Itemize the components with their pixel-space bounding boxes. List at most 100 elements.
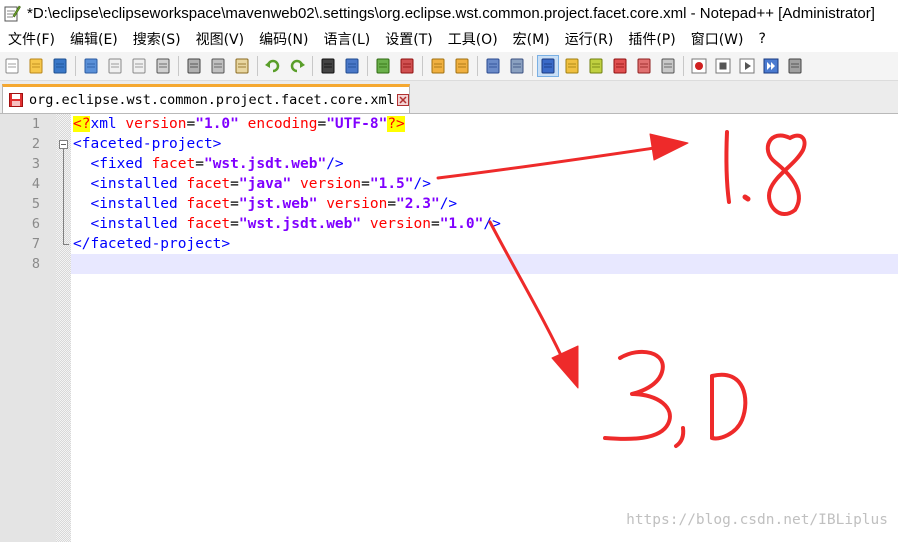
menu-bar: 文件(F) 编辑(E) 搜索(S) 视图(V) 编码(N) 语言(L) 设置(T) 工具(O)… bbox=[0, 26, 898, 52]
copy-icon[interactable] bbox=[208, 56, 228, 76]
toolbar-separator bbox=[422, 56, 423, 76]
code-line[interactable]: <installed facet="java" version="1.5"/> bbox=[73, 174, 431, 194]
sync-horizontal-icon[interactable] bbox=[452, 56, 472, 76]
code-token: encoding bbox=[247, 116, 318, 132]
new-file-icon[interactable] bbox=[2, 56, 22, 76]
line-number: 3 bbox=[31, 156, 40, 172]
watermark: https://blog.csdn.net/IBLiplus bbox=[626, 512, 888, 528]
fold-toggle-icon[interactable] bbox=[59, 140, 68, 149]
sync-vertical-icon[interactable] bbox=[428, 56, 448, 76]
tab-active-file[interactable]: org.eclipse.wst.common.project.facet.cor… bbox=[2, 84, 410, 113]
code-token: "java" bbox=[238, 176, 292, 192]
code-line[interactable]: <?xml version="1.0" encoding="UTF-8"?> bbox=[73, 114, 405, 134]
menu-item-6[interactable]: 设置(T) bbox=[377, 29, 439, 49]
open-file-icon[interactable] bbox=[26, 56, 46, 76]
stop-record-icon[interactable] bbox=[713, 56, 733, 76]
replace-icon[interactable] bbox=[342, 56, 362, 76]
code-token: <faceted-project> bbox=[73, 136, 222, 152]
show-all-chars-icon[interactable] bbox=[507, 56, 527, 76]
folder-workspace-icon[interactable] bbox=[634, 56, 654, 76]
menu-item-10[interactable]: 插件(P) bbox=[620, 29, 682, 49]
menu-item-5[interactable]: 语言(L) bbox=[316, 29, 378, 49]
save-all-icon[interactable] bbox=[81, 56, 101, 76]
code-token: = bbox=[317, 116, 327, 132]
redo-icon[interactable] bbox=[287, 56, 307, 76]
code-token: version bbox=[125, 116, 187, 132]
zoom-out-icon[interactable] bbox=[397, 56, 417, 76]
code-line[interactable]: </faceted-project> bbox=[73, 234, 230, 254]
fold-line bbox=[63, 149, 64, 245]
close-all-icon[interactable] bbox=[129, 56, 149, 76]
code-line[interactable]: <installed facet="wst.jsdt.web" version=… bbox=[73, 214, 501, 234]
menu-item-11[interactable]: 窗口(W) bbox=[683, 29, 751, 49]
menu-item-3[interactable]: 视图(V) bbox=[188, 29, 252, 49]
indent-guide-icon[interactable] bbox=[537, 55, 559, 77]
word-wrap-icon[interactable] bbox=[483, 56, 503, 76]
toolbar-separator bbox=[178, 56, 179, 76]
play-macro-icon[interactable] bbox=[737, 56, 757, 76]
code-token: ?> bbox=[387, 116, 405, 132]
run-macro-multiple-icon[interactable] bbox=[761, 56, 781, 76]
code-token: <? bbox=[73, 116, 91, 132]
window-title: *D:\eclipse\eclipseworkspace\mavenweb02\… bbox=[27, 4, 875, 22]
save-icon[interactable] bbox=[50, 56, 70, 76]
function-list-icon[interactable] bbox=[610, 56, 630, 76]
line-number-gutter: 1 2 3 4 5 6 7 8 bbox=[0, 114, 56, 542]
menu-item-1[interactable]: 编辑(E) bbox=[62, 29, 125, 49]
line-number: 8 bbox=[31, 256, 40, 272]
notepadpp-app-icon bbox=[3, 4, 21, 22]
save-macro-icon[interactable] bbox=[785, 56, 805, 76]
menu-item-12[interactable]: ? bbox=[751, 31, 773, 47]
menu-item-2[interactable]: 搜索(S) bbox=[125, 29, 188, 49]
menu-item-9[interactable]: 运行(R) bbox=[557, 29, 621, 49]
menu-item-0[interactable]: 文件(F) bbox=[0, 29, 62, 49]
tab-bar: org.eclipse.wst.common.project.facet.cor… bbox=[0, 81, 898, 114]
close-tab-icon[interactable] bbox=[396, 94, 409, 106]
code-token: "UTF-8" bbox=[326, 116, 388, 132]
code-token: /> bbox=[483, 216, 501, 232]
line-number: 6 bbox=[31, 216, 40, 232]
code-token: = bbox=[186, 116, 196, 132]
code-line[interactable]: <installed facet="jst.web" version="2.3"… bbox=[73, 194, 457, 214]
code-token: <installed bbox=[90, 216, 187, 232]
code-token: facet bbox=[186, 176, 231, 192]
undo-icon[interactable] bbox=[263, 56, 283, 76]
record-macro-icon[interactable] bbox=[689, 56, 709, 76]
fold-end bbox=[63, 244, 69, 245]
code-token: "2.3" bbox=[396, 196, 440, 212]
code-token: version bbox=[300, 176, 362, 192]
cut-icon[interactable] bbox=[184, 56, 204, 76]
close-icon[interactable] bbox=[105, 56, 125, 76]
udl-icon[interactable] bbox=[562, 56, 582, 76]
print-icon[interactable] bbox=[153, 56, 173, 76]
line-number: 1 bbox=[31, 116, 40, 132]
code-token: = bbox=[430, 216, 440, 232]
line-number: 5 bbox=[31, 196, 40, 212]
find-icon[interactable] bbox=[318, 56, 338, 76]
zoom-in-icon[interactable] bbox=[373, 56, 393, 76]
fold-margin[interactable] bbox=[56, 114, 71, 542]
code-line[interactable]: <fixed facet="wst.jsdt.web"/> bbox=[73, 154, 343, 174]
code-token: facet bbox=[186, 216, 231, 232]
code-line[interactable]: <faceted-project> bbox=[73, 134, 221, 154]
toolbar-separator bbox=[75, 56, 76, 76]
code-token: </faceted-project> bbox=[73, 236, 231, 252]
code-token: "1.5" bbox=[369, 176, 414, 192]
paste-icon[interactable] bbox=[232, 56, 252, 76]
unsaved-file-icon bbox=[9, 93, 23, 107]
code-token: = bbox=[195, 156, 204, 172]
code-token: facet bbox=[151, 156, 196, 172]
menu-item-8[interactable]: 宏(M) bbox=[505, 29, 557, 49]
doc-map-icon[interactable] bbox=[586, 56, 606, 76]
code-token: "wst.jsdt.web" bbox=[238, 216, 362, 232]
menu-item-4[interactable]: 编码(N) bbox=[251, 29, 315, 49]
editor-area[interactable]: 12345678 <?xml version="1.0" encoding="U… bbox=[0, 114, 898, 542]
monitor-icon[interactable] bbox=[658, 56, 678, 76]
menu-item-7[interactable]: 工具(O) bbox=[440, 29, 505, 49]
